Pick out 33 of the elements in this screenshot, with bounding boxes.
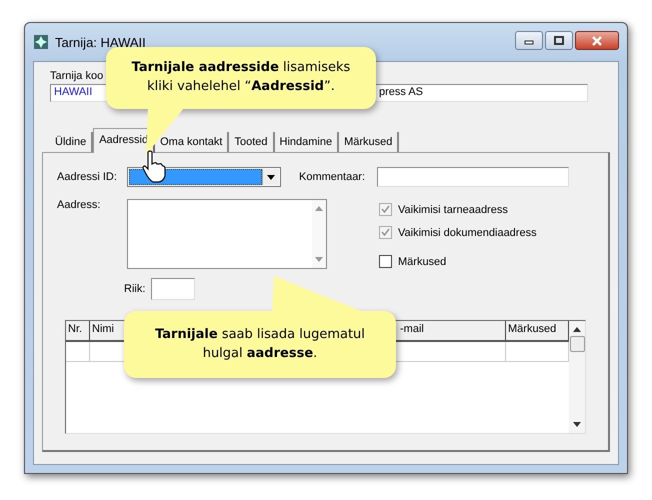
column-header[interactable]: Nr. — [66, 321, 90, 340]
address-label: Aadress: — [57, 199, 102, 213]
supplier-code-label: Tarnija koo — [50, 70, 104, 82]
close-button[interactable] — [575, 31, 619, 50]
scroll-thumb[interactable] — [570, 336, 584, 352]
minimize-button[interactable] — [515, 31, 543, 50]
pointer-tooltip — [146, 108, 186, 156]
tab[interactable]: Märkused — [339, 132, 400, 152]
app-icon — [33, 34, 49, 50]
checkbox-label: Vaikimisi dokumendiaadress — [398, 226, 537, 238]
country-field[interactable] — [151, 278, 196, 300]
close-icon — [590, 36, 604, 46]
column-header[interactable]: -mail — [398, 321, 506, 340]
scroll-down-icon[interactable] — [573, 422, 581, 427]
supplier-code-field[interactable]: HAWAII — [50, 84, 108, 102]
country-label: Riik: — [124, 283, 146, 295]
maximize-icon — [553, 36, 565, 46]
supplier-name-field[interactable]: press AS — [376, 84, 588, 102]
maximize-button[interactable] — [545, 31, 573, 50]
comment-label: Kommentaar: — [299, 171, 366, 183]
window-title: Tarnija: HAWAII — [55, 34, 146, 50]
scroll-up-icon[interactable] — [573, 327, 581, 332]
dropdown-arrow-icon — [267, 174, 275, 180]
address-field[interactable] — [127, 199, 327, 269]
tab[interactable]: Hindamine — [274, 132, 340, 152]
tab[interactable]: Tooted — [229, 132, 274, 152]
checkbox-label: Märkused — [398, 256, 446, 268]
table-scrollbar[interactable] — [569, 321, 585, 433]
address-id-label: Aadressi ID: — [57, 171, 118, 183]
comment-field[interactable] — [377, 167, 569, 187]
checkbox[interactable] — [379, 255, 392, 268]
hand-cursor-icon — [141, 150, 167, 184]
checkbox-label: Vaikimisi tarneaadress — [398, 204, 508, 216]
